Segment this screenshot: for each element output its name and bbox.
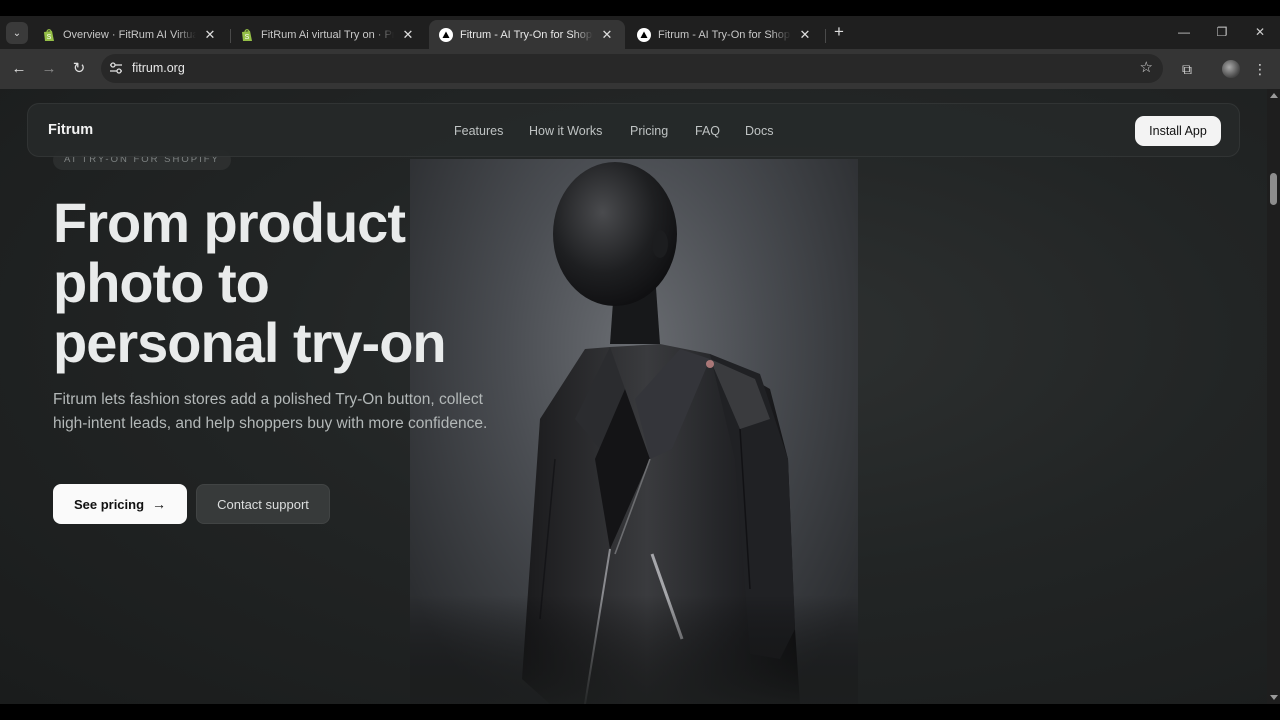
headline-line-3: personal try-on bbox=[53, 311, 447, 374]
install-app-button[interactable]: Install App bbox=[1135, 116, 1221, 146]
bottom-strip bbox=[0, 704, 1280, 720]
page-viewport: AI TRY-ON FOR SHOPIFY From product photo… bbox=[0, 89, 1267, 704]
browser-tab-2[interactable]: S FitRum Ai virtual Try on · Privacy ✕ bbox=[230, 20, 426, 49]
headline-line-2: photo to bbox=[53, 251, 270, 314]
tab-separator bbox=[825, 29, 826, 43]
shopify-icon: S bbox=[240, 28, 254, 42]
address-url[interactable]: fitrum.org bbox=[132, 61, 185, 75]
svg-text:S: S bbox=[245, 34, 250, 41]
tab-title: Fitrum - AI Try-On for Shopify F bbox=[460, 28, 593, 41]
hero-headline: From product photo to personal try-on bbox=[53, 193, 523, 373]
see-pricing-label: See pricing bbox=[73, 496, 145, 512]
nav-link-docs[interactable]: Docs bbox=[745, 124, 773, 138]
menu-icon[interactable]: ⋮ bbox=[1250, 59, 1270, 79]
tab-title: Overview · FitRum AI Virtual Try bbox=[63, 28, 196, 41]
chevron-down-icon: ⌄ bbox=[12, 27, 22, 39]
site-navbar: Fitrum Features How it Works Pricing FAQ… bbox=[27, 103, 1240, 157]
hero-subtext: Fitrum lets fashion stores add a polishe… bbox=[53, 391, 488, 432]
arrow-right-icon: → bbox=[152, 496, 167, 512]
window-close-icon[interactable]: ✕ bbox=[1248, 22, 1272, 42]
see-pricing-button[interactable]: See pricing → bbox=[53, 484, 187, 524]
nav-link-how-it-works[interactable]: How it Works bbox=[529, 124, 602, 138]
headline-line-1: From product bbox=[53, 191, 406, 254]
tab-search-button[interactable]: ⌄ bbox=[6, 22, 28, 44]
new-tab-button[interactable]: + bbox=[830, 22, 848, 42]
page-scrollbar[interactable] bbox=[1267, 89, 1280, 704]
browser-tab-4[interactable]: Fitrum - AI Try-On for Shopify F ✕ bbox=[627, 20, 823, 49]
close-icon[interactable]: ✕ bbox=[599, 27, 615, 43]
close-icon[interactable]: ✕ bbox=[797, 27, 813, 43]
minimize-icon[interactable]: — bbox=[1172, 22, 1196, 42]
star-icon[interactable]: ☆ bbox=[1140, 58, 1153, 76]
tab-title: FitRum Ai virtual Try on · Privacy bbox=[261, 28, 394, 41]
shopify-icon: S bbox=[42, 28, 56, 42]
screen: ⌄ S Overview · FitRum AI Virtual Try ✕ S… bbox=[0, 0, 1280, 720]
tab-title: Fitrum - AI Try-On for Shopify F bbox=[658, 28, 791, 41]
triangle-icon bbox=[439, 27, 453, 42]
nav-link-features[interactable]: Features bbox=[454, 124, 503, 138]
extensions-icon[interactable]: ⧉ bbox=[1177, 59, 1197, 79]
triangle-icon bbox=[637, 27, 651, 42]
tab-strip: ⌄ S Overview · FitRum AI Virtual Try ✕ S… bbox=[0, 16, 1280, 49]
browser-tab-1[interactable]: S Overview · FitRum AI Virtual Try ✕ bbox=[32, 20, 228, 49]
browser-toolbar: ← → ↻ fitrum.org ☆ ⧉ ⋮ bbox=[0, 49, 1280, 89]
scroll-down-icon[interactable] bbox=[1270, 695, 1278, 700]
reload-icon[interactable]: ↻ bbox=[68, 58, 90, 80]
address-bar[interactable]: fitrum.org ☆ bbox=[101, 54, 1163, 83]
contact-support-button[interactable]: Contact support bbox=[196, 484, 330, 524]
close-icon[interactable]: ✕ bbox=[202, 27, 218, 43]
site-settings-icon[interactable] bbox=[109, 61, 123, 75]
forward-icon[interactable]: → bbox=[38, 58, 60, 80]
scroll-thumb[interactable] bbox=[1270, 173, 1277, 205]
site-logo[interactable]: Fitrum bbox=[48, 122, 93, 138]
close-icon[interactable]: ✕ bbox=[400, 27, 416, 43]
restore-icon[interactable]: ❐ bbox=[1210, 22, 1234, 42]
nav-link-faq[interactable]: FAQ bbox=[695, 124, 720, 138]
profile-avatar[interactable] bbox=[1222, 60, 1240, 78]
back-icon[interactable]: ← bbox=[8, 58, 30, 80]
svg-text:S: S bbox=[47, 34, 52, 41]
browser-tab-3-active[interactable]: Fitrum - AI Try-On for Shopify F ✕ bbox=[429, 20, 625, 49]
nav-link-pricing[interactable]: Pricing bbox=[630, 124, 668, 138]
scroll-up-icon[interactable] bbox=[1270, 93, 1278, 98]
